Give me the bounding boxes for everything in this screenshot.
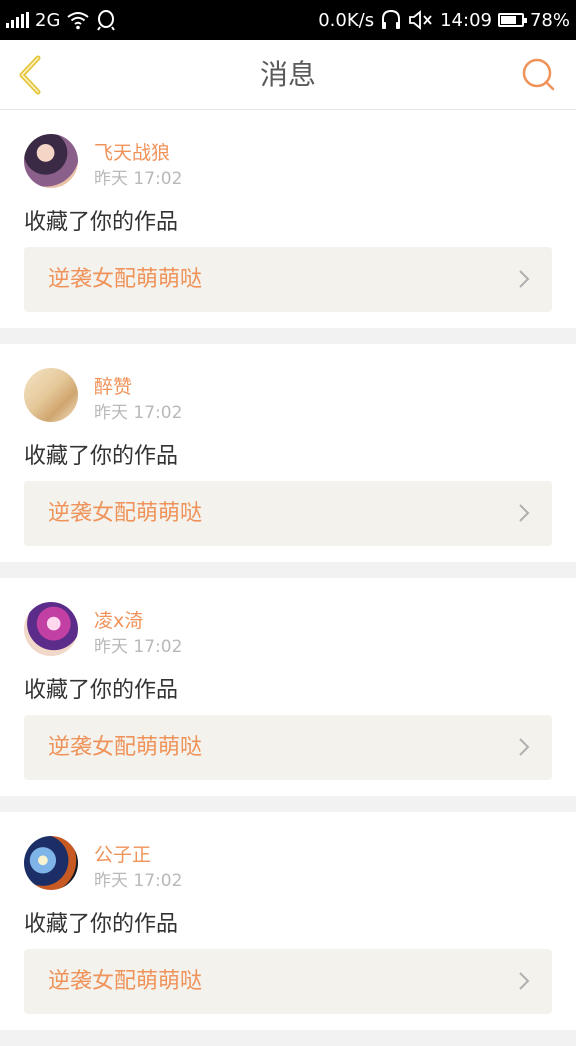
- network-speed: 0.0K/s: [318, 9, 375, 31]
- action-text: 收藏了你的作品: [24, 444, 179, 469]
- chevron-right-icon: [519, 738, 530, 756]
- avatar[interactable]: [24, 836, 78, 890]
- timestamp: 昨天 17:02: [94, 403, 183, 423]
- action-text: 收藏了你的作品: [24, 678, 179, 703]
- work-title: 逆袭女配萌萌哒: [48, 969, 203, 994]
- headset-icon: [382, 9, 401, 29]
- work-title: 逆袭女配萌萌哒: [48, 501, 203, 526]
- battery-icon: [497, 13, 527, 27]
- message-card: 凌x渏 昨天 17:02 收藏了你的作品 逆袭女配萌萌哒: [0, 578, 576, 796]
- work-link[interactable]: 逆袭女配萌萌哒: [24, 247, 552, 312]
- chevron-right-icon: [519, 504, 530, 522]
- avatar[interactable]: [24, 134, 78, 188]
- signal-icon: [6, 12, 29, 28]
- message-card: 公子正 昨天 17:02 收藏了你的作品 逆袭女配萌萌哒: [0, 812, 576, 1030]
- clock: 14:09: [440, 9, 492, 31]
- wifi-icon: [67, 12, 90, 30]
- search-icon: [522, 58, 555, 91]
- work-link[interactable]: 逆袭女配萌萌哒: [24, 481, 552, 546]
- username[interactable]: 醉赞: [94, 372, 132, 399]
- username[interactable]: 公子正: [94, 840, 151, 867]
- message-card: 飞天战狼 昨天 17:02 收藏了你的作品 逆袭女配萌萌哒: [0, 110, 576, 328]
- timestamp: 昨天 17:02: [94, 637, 183, 657]
- search-button[interactable]: [520, 56, 558, 94]
- mute-icon: [409, 10, 432, 30]
- message-list: 飞天战狼 昨天 17:02 收藏了你的作品 逆袭女配萌萌哒 醉赞 昨天 17:0…: [0, 110, 576, 1046]
- back-button[interactable]: [14, 54, 50, 96]
- page-title: 消息: [259, 58, 316, 91]
- network-type: 2G: [35, 9, 61, 31]
- header-bar: 消息: [0, 40, 576, 110]
- avatar[interactable]: [24, 368, 78, 422]
- message-card: 醉赞 昨天 17:02 收藏了你的作品 逆袭女配萌萌哒: [0, 344, 576, 562]
- timestamp: 昨天 17:02: [94, 871, 183, 891]
- work-title: 逆袭女配萌萌哒: [48, 267, 203, 292]
- timestamp: 昨天 17:02: [94, 169, 183, 189]
- username[interactable]: 凌x渏: [94, 606, 143, 633]
- chevron-right-icon: [519, 972, 530, 990]
- work-link[interactable]: 逆袭女配萌萌哒: [24, 715, 552, 780]
- work-title: 逆袭女配萌萌哒: [48, 735, 203, 760]
- notification-icon: [97, 10, 116, 31]
- avatar[interactable]: [24, 602, 78, 656]
- status-bar: 2G 0.0K/s 14:09 78%: [0, 0, 576, 40]
- chevron-left-icon: [19, 55, 41, 95]
- action-text: 收藏了你的作品: [24, 912, 179, 937]
- battery-percent: 78%: [529, 9, 570, 31]
- username[interactable]: 飞天战狼: [94, 138, 170, 165]
- work-link[interactable]: 逆袭女配萌萌哒: [24, 949, 552, 1014]
- action-text: 收藏了你的作品: [24, 210, 179, 235]
- chevron-right-icon: [519, 270, 530, 288]
